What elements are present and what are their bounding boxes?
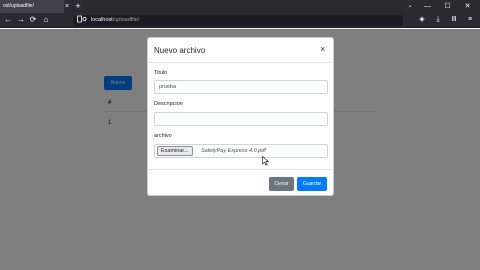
- file-input[interactable]: Examinar... SafetyPay Express 4.0.pdf: [154, 144, 328, 158]
- address-bar[interactable]: localhost/uploadfile/: [73, 15, 403, 26]
- descripcion-label: Descripcion: [154, 101, 183, 107]
- library-icon[interactable]: Ⅲ: [448, 14, 460, 26]
- mouse-cursor-icon: [262, 156, 270, 166]
- url-text: localhost/uploadfile/: [91, 15, 139, 26]
- back-icon[interactable]: ←: [2, 14, 14, 26]
- modal-title: Nuevo archivo: [154, 46, 206, 55]
- window-maximize-button[interactable]: ☐: [440, 0, 455, 13]
- url-path: /uploadfile/: [112, 17, 140, 23]
- browser-tab-bar: ost/uploadfile/ × + ⌄ — ☐ ✕: [0, 0, 480, 13]
- page-info-icon[interactable]: [77, 15, 87, 28]
- reload-icon[interactable]: ⟳: [27, 14, 39, 26]
- downloads-icon[interactable]: ⤓: [432, 14, 444, 26]
- cerrar-button[interactable]: Cerrar: [269, 177, 294, 191]
- close-icon[interactable]: ×: [320, 45, 325, 54]
- list-all-tabs-icon[interactable]: ⌄: [404, 0, 416, 13]
- new-tab-button[interactable]: +: [73, 0, 83, 13]
- browser-tab[interactable]: ost/uploadfile/: [0, 0, 64, 13]
- menu-icon[interactable]: ≡: [464, 14, 476, 26]
- guardar-button[interactable]: Guardar: [297, 177, 327, 191]
- browser-nav-bar: ← → ⟳ ⌂ localhost/uploadfile/ ◈ ⤓ Ⅲ ≡: [0, 13, 480, 28]
- browse-button[interactable]: Examinar...: [157, 146, 193, 156]
- window-close-button[interactable]: ✕: [460, 0, 475, 13]
- tab-title: ost/uploadfile/: [3, 3, 34, 9]
- titulo-input[interactable]: prueba: [154, 80, 328, 94]
- modal-header-divider: [148, 62, 333, 63]
- pocket-icon[interactable]: ◈: [416, 14, 428, 26]
- forward-icon[interactable]: →: [15, 14, 27, 26]
- home-icon[interactable]: ⌂: [40, 14, 52, 26]
- selected-file-name: SafetyPay Express 4.0.pdf: [201, 148, 266, 154]
- titulo-label: Titulo: [154, 70, 168, 76]
- tab-close-icon[interactable]: ×: [63, 0, 71, 13]
- new-file-modal: Nuevo archivo × Titulo prueba Descripcio…: [147, 37, 334, 196]
- url-host: localhost: [91, 17, 113, 23]
- descripcion-input[interactable]: [154, 112, 328, 126]
- window-minimize-button[interactable]: —: [420, 0, 435, 13]
- archivo-label: archivo: [154, 133, 172, 139]
- modal-footer-divider: [148, 169, 333, 170]
